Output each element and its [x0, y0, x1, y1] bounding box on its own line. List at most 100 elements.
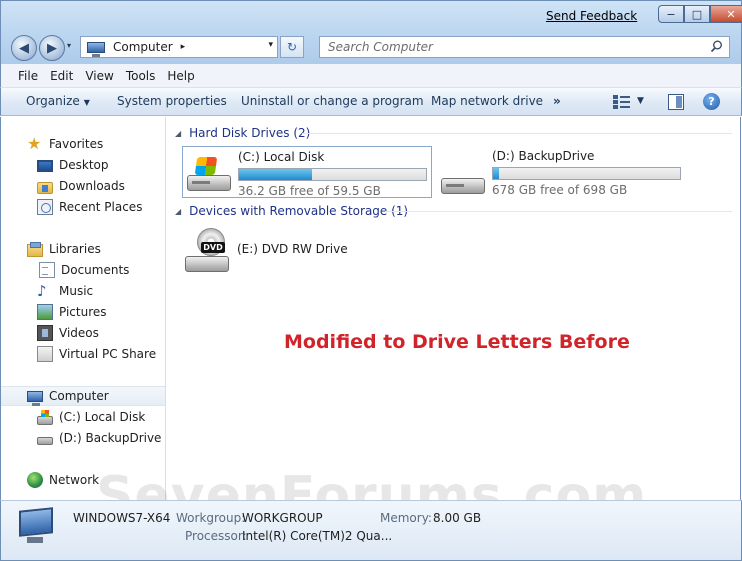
collapse-arrow-icon: ◢: [175, 128, 182, 138]
search-icon[interactable]: [710, 40, 723, 53]
nav-item-label: Videos: [59, 326, 99, 340]
music-note-icon: ♪: [37, 282, 47, 300]
forward-button[interactable]: ▶: [39, 35, 65, 61]
nav-libraries-label: Libraries: [49, 242, 101, 256]
nav-computer-label: Computer: [49, 389, 109, 403]
drive-name: (E:) DVD RW Drive: [237, 242, 348, 256]
memory-label: Memory:: [380, 511, 432, 525]
nav-item-videos[interactable]: Videos: [1, 323, 165, 343]
organize-dropdown-icon: ▼: [83, 98, 90, 107]
more-commands-button[interactable]: »: [553, 94, 561, 108]
map-network-drive-button[interactable]: Map network drive: [431, 94, 543, 108]
menu-edit[interactable]: Edit: [50, 69, 73, 83]
menu-file[interactable]: File: [18, 69, 38, 83]
nav-item-pictures[interactable]: Pictures: [1, 302, 165, 322]
view-dropdown-icon[interactable]: ▼: [637, 96, 644, 106]
organize-label: Organize: [26, 94, 80, 108]
change-view-icon[interactable]: [613, 95, 631, 109]
address-dropdown-icon[interactable]: ▾: [268, 40, 273, 50]
drive-usage-bar: [238, 168, 427, 181]
command-bar: Organize ▼ System properties Uninstall or…: [0, 88, 742, 116]
nav-favorites-label: Favorites: [49, 137, 104, 151]
preview-pane-icon[interactable]: [668, 94, 684, 110]
group-divider: [385, 211, 732, 212]
annotation-text: Modified to Drive Letters Before: [284, 331, 630, 353]
dvd-badge: DVD: [201, 242, 225, 253]
computer-icon: [27, 391, 43, 406]
maximize-button[interactable]: □: [684, 5, 710, 23]
hard-drive-icon: [441, 160, 485, 194]
navigation-pane: ★ Favorites Desktop Downloads Recent Pla…: [0, 117, 166, 500]
search-placeholder: Search Computer: [328, 40, 433, 54]
help-icon[interactable]: ?: [703, 93, 720, 110]
workgroup-value: WORKGROUP: [242, 511, 323, 525]
address-location[interactable]: Computer: [113, 40, 173, 54]
nav-item-local-disk-c[interactable]: (C:) Local Disk: [1, 407, 165, 427]
videos-icon: [37, 325, 53, 341]
menu-bar: File Edit View Tools Help: [0, 64, 742, 88]
refresh-button[interactable]: ↻: [280, 36, 304, 58]
computer-icon: [13, 507, 57, 547]
virtual-pc-share-icon: [37, 346, 53, 362]
drive-usage-fill: [493, 168, 499, 179]
windows-drive-icon: [37, 409, 53, 425]
nav-item-label: (C:) Local Disk: [59, 410, 146, 424]
nav-item-virtual-pc-share[interactable]: Virtual PC Share: [1, 344, 165, 364]
nav-libraries[interactable]: Libraries: [1, 239, 165, 259]
drive-free-space: 678 GB free of 698 GB: [492, 183, 628, 197]
window-controls: − □ ✕: [658, 5, 742, 25]
hard-disk-drives-header[interactable]: ◢ Hard Disk Drives (2): [175, 125, 310, 141]
drive-tile-c[interactable]: (C:) Local Disk 36.2 GB free of 59.5 GB: [182, 146, 432, 198]
address-bar[interactable]: Computer ▸ ▾: [80, 36, 278, 58]
nav-item-label: Downloads: [59, 179, 125, 193]
minimize-button[interactable]: −: [658, 5, 684, 23]
nav-favorites[interactable]: ★ Favorites: [1, 134, 165, 154]
windows-drive-icon: [187, 157, 231, 191]
menu-tools[interactable]: Tools: [126, 69, 156, 83]
recent-places-icon: [37, 199, 53, 215]
nav-item-downloads[interactable]: Downloads: [1, 176, 165, 196]
nav-item-documents[interactable]: Documents: [1, 260, 165, 280]
details-pane: WINDOWS7-X64 Workgroup: WORKGROUP Memory…: [0, 500, 742, 561]
breadcrumb-chevron-icon[interactable]: ▸: [181, 42, 186, 52]
dvd-drive-icon: DVD: [185, 228, 235, 272]
downloads-folder-icon: [37, 181, 53, 194]
nav-item-label: Music: [59, 284, 94, 298]
nav-item-backup-drive-d[interactable]: (D:) BackupDrive: [1, 428, 165, 448]
drive-name: (C:) Local Disk: [238, 150, 325, 164]
menu-view[interactable]: View: [85, 69, 113, 83]
computer-icon: [87, 42, 105, 57]
nav-item-music[interactable]: ♪ Music: [1, 281, 165, 301]
nav-item-label: (D:) BackupDrive: [59, 431, 162, 445]
content-pane: ◢ Hard Disk Drives (2) (C:) Local Disk 3…: [167, 117, 741, 500]
removable-storage-header[interactable]: ◢ Devices with Removable Storage (1): [175, 203, 408, 219]
group-header-label: Hard Disk Drives (2): [189, 126, 311, 140]
libraries-icon: [27, 241, 43, 257]
nav-item-label: Pictures: [59, 305, 107, 319]
drive-name: (D:) BackupDrive: [492, 149, 595, 163]
send-feedback-link[interactable]: Send Feedback: [546, 9, 637, 23]
nav-item-desktop[interactable]: Desktop: [1, 155, 165, 175]
workgroup-label: Workgroup:: [176, 511, 246, 525]
nav-item-recent-places[interactable]: Recent Places: [1, 197, 165, 217]
back-button[interactable]: ◀: [11, 35, 37, 61]
drive-free-space: 36.2 GB free of 59.5 GB: [238, 184, 381, 198]
collapse-arrow-icon: ◢: [175, 206, 182, 216]
recent-pages-dropdown[interactable]: ▾: [67, 41, 71, 50]
nav-computer[interactable]: Computer: [1, 386, 165, 406]
search-input[interactable]: Search Computer: [319, 36, 730, 58]
nav-item-label: Virtual PC Share: [59, 347, 157, 361]
pictures-icon: [37, 304, 53, 320]
memory-value: 8.00 GB: [433, 511, 482, 525]
processor-label: Processor:: [185, 529, 247, 543]
drive-tile-d[interactable]: (D:) BackupDrive 678 GB free of 698 GB: [437, 146, 687, 198]
system-properties-button[interactable]: System properties: [117, 94, 227, 108]
menu-help[interactable]: Help: [167, 69, 194, 83]
uninstall-program-button[interactable]: Uninstall or change a program: [241, 94, 424, 108]
processor-value: Intel(R) Core(TM)2 Qua...: [242, 529, 393, 543]
close-button[interactable]: ✕: [710, 5, 742, 23]
drive-usage-fill: [239, 169, 312, 180]
documents-icon: [39, 262, 55, 278]
organize-button[interactable]: Organize ▼: [26, 94, 90, 108]
drive-usage-bar: [492, 167, 681, 180]
